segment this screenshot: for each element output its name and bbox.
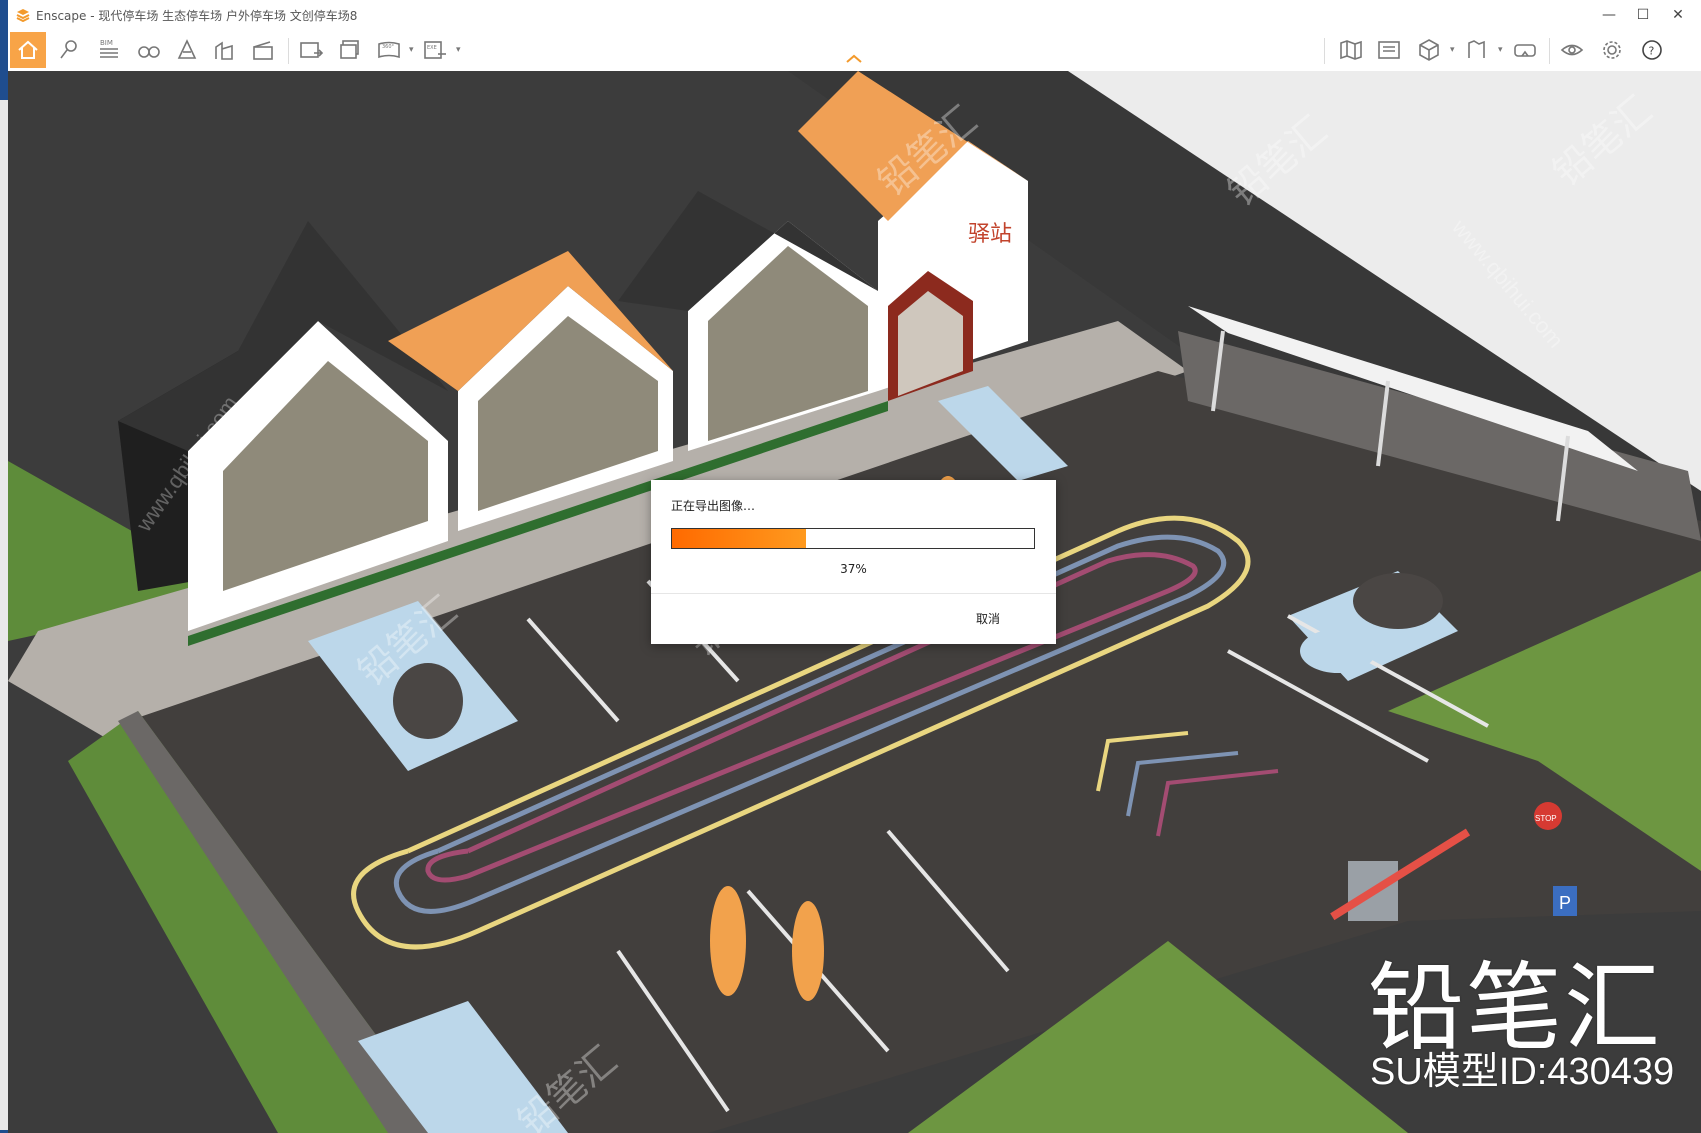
home-button[interactable] (10, 32, 46, 68)
title-bar[interactable]: Enscape - 现代停车场 生态停车场 户外停车场 文创停车场8 — ☐ ✕ (8, 0, 1701, 30)
settings-button[interactable] (1595, 33, 1629, 67)
export-progress-fill (672, 529, 806, 548)
svg-text:360°: 360° (382, 44, 395, 50)
batch-export-icon (340, 40, 359, 59)
help-button[interactable]: ? (1635, 33, 1669, 67)
dialog-divider (651, 593, 1056, 594)
toolbar-collapse-chevron-icon[interactable] (845, 54, 863, 64)
bim-button[interactable]: BIM (92, 33, 126, 67)
gear-icon (1603, 41, 1621, 59)
vr-headset-icon (1514, 44, 1536, 57)
svg-text:STOP: STOP (1535, 814, 1557, 823)
export-progress-bar (671, 528, 1035, 549)
window-title: Enscape - 现代停车场 生态停车场 户外停车场 文创停车场8 (36, 9, 358, 23)
close-button[interactable]: ✕ (1655, 0, 1701, 30)
dialog-title: 正在导出图像… (671, 499, 756, 513)
toolbar-divider (1324, 38, 1325, 64)
cancel-button[interactable]: 取消 (976, 610, 1000, 627)
svg-text:驿站: 驿站 (968, 222, 1012, 247)
buildings-icon (215, 41, 233, 60)
vr-headset-button[interactable] (1508, 33, 1542, 67)
collaboration-dropdown-caret[interactable]: ▾ (1498, 45, 1503, 55)
exe-dropdown-caret[interactable]: ▾ (456, 45, 461, 55)
atmosphere-icon (177, 39, 197, 59)
walk-mode-button[interactable] (52, 33, 86, 67)
panorama-icon: 360° (378, 41, 400, 59)
cube-icon (1419, 39, 1439, 61)
eye-icon (1560, 44, 1584, 56)
visual-settings-button[interactable] (1555, 33, 1589, 67)
enscape-window: Enscape - 现代停车场 生态停车场 户外停车场 文创停车场8 — ☐ ✕… (8, 0, 1701, 1133)
screenshot-button[interactable] (294, 33, 328, 67)
progress-percent: 37% (840, 562, 867, 576)
views-icon (1378, 41, 1400, 59)
binoculars-icon (138, 46, 160, 58)
map-button[interactable] (1334, 33, 1368, 67)
views-button[interactable] (1372, 33, 1406, 67)
cube-button[interactable] (1412, 33, 1446, 67)
panorama-dropdown-caret[interactable]: ▾ (409, 45, 414, 55)
svg-text:?: ? (1649, 45, 1655, 58)
toolbar-divider (288, 38, 289, 64)
help-icon: ? (1642, 40, 1662, 60)
svg-text:P: P (1559, 893, 1571, 913)
panorama-button[interactable]: 360° (372, 33, 406, 67)
toolbar-divider (1549, 38, 1550, 64)
atmosphere-button[interactable] (170, 33, 204, 67)
map-icon (1340, 40, 1362, 60)
cube-dropdown-caret[interactable]: ▾ (1450, 45, 1455, 55)
binoculars-button[interactable] (132, 33, 166, 67)
clapperboard-icon (253, 41, 273, 60)
main-toolbar: BIM 360° ▾ EXE ▾ ▾ ▾ ? (8, 30, 1701, 72)
background-window-edge (0, 100, 8, 1130)
model-id-watermark: SU模型ID:430439 (1370, 1051, 1675, 1093)
export-progress-dialog: 正在导出图像… 37% 取消 (651, 480, 1056, 644)
collaboration-button[interactable] (1460, 33, 1494, 67)
video-editor-button[interactable] (246, 33, 280, 67)
enscape-logo-icon (16, 9, 30, 22)
image-export-icon (300, 42, 324, 58)
home-icon (18, 40, 38, 59)
asset-library-button[interactable] (208, 33, 242, 67)
collaboration-icon (1468, 40, 1485, 58)
svg-text:BIM: BIM (100, 39, 113, 47)
batch-render-button[interactable] (334, 33, 368, 67)
pin-icon (60, 40, 77, 59)
bim-icon: BIM (100, 39, 118, 58)
svg-text:EXE: EXE (427, 45, 437, 51)
exe-export-icon: EXE (424, 41, 446, 59)
exe-export-button[interactable]: EXE (418, 33, 452, 67)
